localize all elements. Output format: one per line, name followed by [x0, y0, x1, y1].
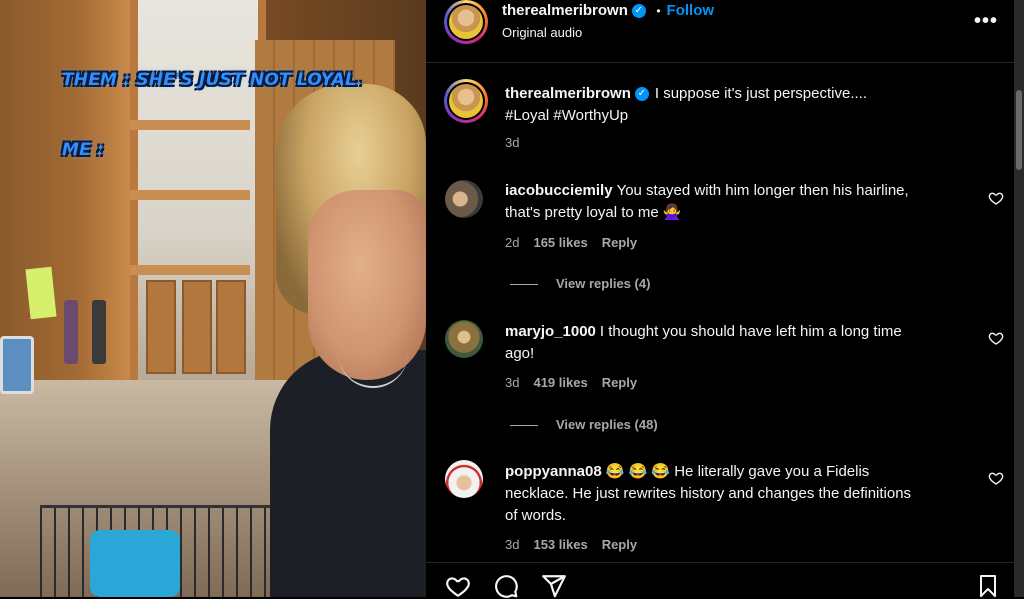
comment-icon[interactable] — [492, 573, 520, 599]
view-replies-label: View replies (48) — [556, 417, 658, 432]
post-caption-text: I suppose it's just perspective.... — [654, 85, 868, 102]
audio-label[interactable]: Original audio — [502, 25, 582, 40]
comment-body: necklace. He just rewrites history and c… — [505, 485, 912, 502]
reply-button[interactable]: Reply — [602, 537, 637, 552]
drawer-decor — [216, 280, 246, 374]
shelf-decor — [130, 265, 250, 275]
header-username[interactable]: therealmeribrown — [502, 2, 628, 19]
header-user-row: therealmeribrown ✓ • Follow — [502, 2, 714, 20]
post-avatar[interactable] — [444, 79, 488, 123]
comment-body: ago! — [505, 345, 535, 362]
comment-username[interactable]: poppyanna08 — [505, 463, 602, 480]
heart-icon[interactable] — [988, 190, 1004, 206]
bookmark-icon[interactable] — [976, 573, 1000, 599]
comment-avatar[interactable] — [445, 460, 483, 498]
comment-time: 3d — [505, 537, 520, 552]
view-replies-button[interactable]: View replies (4) — [510, 276, 650, 291]
scrollbar-thumb[interactable] — [1016, 90, 1022, 170]
comment-body: You stayed with him longer then his hair… — [616, 182, 909, 199]
reply-button[interactable]: Reply — [602, 235, 637, 250]
post-caption: therealmeribrown ✓ I suppose it's just per… — [505, 83, 985, 127]
comment-meta: 3d 419 likes Reply — [505, 375, 651, 390]
comment-meta: 2d 165 likes Reply — [505, 235, 651, 250]
shelf-decor — [130, 120, 250, 130]
separator-dot: • — [656, 4, 661, 18]
comment-likes[interactable]: 165 likes — [533, 235, 587, 250]
comment-time: 3d — [505, 375, 520, 390]
bottle-decor — [92, 300, 106, 364]
comment-likes[interactable]: 419 likes — [533, 375, 587, 390]
heart-icon[interactable] — [444, 573, 472, 599]
heart-icon[interactable] — [988, 330, 1004, 346]
post-hashtags[interactable]: #Loyal #WorthyUp — [505, 107, 628, 124]
comment-body: that's pretty loyal to me 🙅‍♀️ — [505, 204, 682, 221]
comment-likes[interactable]: 153 likes — [533, 537, 587, 552]
sticky-note — [25, 266, 57, 320]
post-header: therealmeribrown ✓ • Follow Original audio… — [426, 0, 1024, 63]
comment-time: 2d — [505, 235, 520, 250]
drawer-decor — [182, 280, 212, 374]
reply-button[interactable]: Reply — [602, 375, 637, 390]
scrollbar[interactable] — [1014, 0, 1024, 597]
more-options-icon[interactable]: ••• — [974, 10, 998, 33]
comment-text: poppyanna08 😂 😂 😂 He literally gave you a… — [505, 461, 985, 527]
avatar[interactable] — [444, 0, 488, 44]
comment-avatar[interactable] — [445, 320, 483, 358]
comment-avatar[interactable] — [445, 180, 483, 218]
comment-username[interactable]: iacobucciemily — [505, 182, 613, 199]
view-replies-button[interactable]: View replies (48) — [510, 417, 658, 432]
post-time: 3d — [505, 135, 520, 150]
tablet-decor — [0, 336, 34, 394]
comment-body: of words. — [505, 507, 566, 524]
bottle-decor — [64, 300, 78, 364]
post-panel: therealmeribrown ✓ • Follow Original audio… — [426, 0, 1024, 598]
post-actions — [426, 562, 1024, 598]
video-caption-line1: THEM : SHE'S JUST NOT LOYAL. — [62, 70, 363, 90]
person-torso — [270, 350, 426, 597]
video-caption-line2: ME : — [62, 140, 105, 160]
comment-body: 😂 😂 😂 He literally gave you a Fidelis — [605, 463, 870, 480]
comment-text: maryjo_1000 I thought you should have lef… — [505, 321, 975, 365]
dish-decor — [90, 530, 180, 597]
follow-button[interactable]: Follow — [667, 2, 715, 19]
comment-username[interactable]: maryjo_1000 — [505, 323, 596, 340]
verified-badge-icon: ✓ — [631, 3, 646, 18]
comment-body: I thought you should have left him a lon… — [599, 323, 902, 340]
post-username[interactable]: therealmeribrown — [505, 85, 631, 102]
share-icon[interactable] — [540, 573, 568, 599]
comment-meta: 3d 153 likes Reply — [505, 537, 651, 552]
comment-text: iacobucciemily You stayed with him longer… — [505, 180, 975, 224]
view-replies-label: View replies (4) — [556, 276, 651, 291]
shelf-decor — [130, 190, 250, 200]
verified-badge-icon: ✓ — [634, 87, 649, 102]
video-player[interactable]: THEM : SHE'S JUST NOT LOYAL. ME : — [0, 0, 426, 597]
heart-icon[interactable] — [988, 470, 1004, 486]
drawer-decor — [146, 280, 176, 374]
